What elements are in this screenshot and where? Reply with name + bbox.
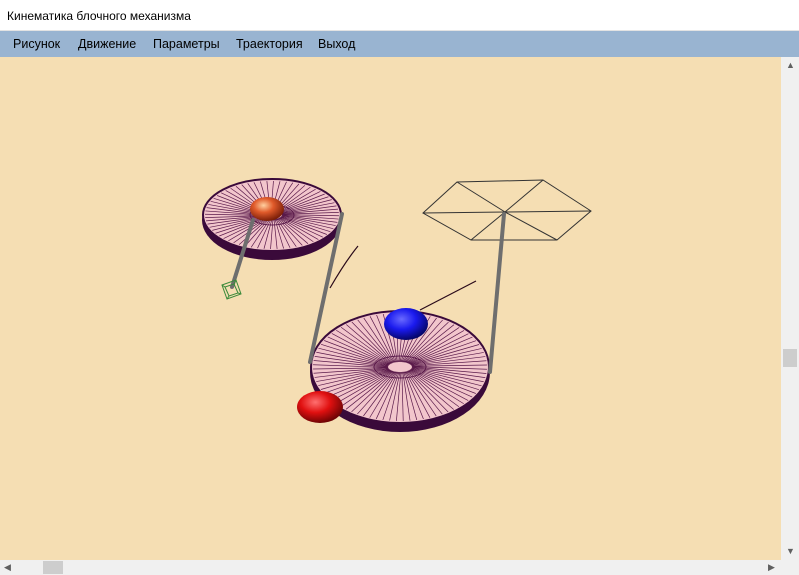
menu-vyhod[interactable]: Выход <box>318 37 355 51</box>
chevron-left-icon[interactable]: ◀ <box>4 563 11 572</box>
orange-ball <box>250 197 284 221</box>
trajectory-curve-lower <box>419 280 477 311</box>
vertical-scrollbar[interactable]: ▲ ▼ <box>781 57 799 560</box>
chevron-up-icon[interactable]: ▲ <box>786 61 795 70</box>
menu-bar: Рисунок Движение Параметры Траектория Вы… <box>0 31 799 57</box>
menu-traektoriya[interactable]: Траектория <box>236 37 303 51</box>
horizontal-scrollbar[interactable]: ◀ ▶ <box>0 560 781 575</box>
vertical-scroll-thumb[interactable] <box>783 349 797 367</box>
chevron-right-icon[interactable]: ▶ <box>768 563 775 572</box>
drawing-canvas[interactable] <box>0 57 781 560</box>
menu-risunok[interactable]: Рисунок <box>13 37 60 51</box>
red-ball <box>297 391 343 423</box>
scrollbar-corner <box>781 560 799 575</box>
horizontal-scroll-thumb[interactable] <box>43 561 63 574</box>
blue-ball <box>384 308 428 340</box>
hexagon-wireframe <box>422 179 592 241</box>
window-titlebar: Кинематика блочного механизма <box>0 0 799 31</box>
chevron-down-icon[interactable]: ▼ <box>786 547 795 556</box>
menu-parametry[interactable]: Параметры <box>153 37 220 51</box>
window-title: Кинематика блочного механизма <box>7 9 191 23</box>
menu-dvizhenie[interactable]: Движение <box>78 37 136 51</box>
mechanism-drawing <box>202 178 592 432</box>
